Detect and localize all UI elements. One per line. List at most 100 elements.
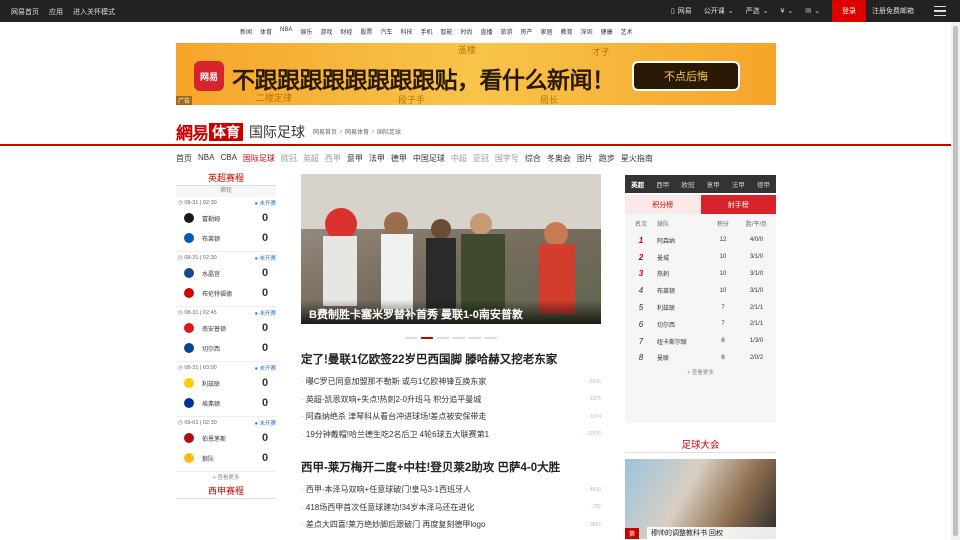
channel-link[interactable]: 游戏 <box>320 27 332 36</box>
team-name[interactable]: 布伦特福德 <box>202 289 254 298</box>
breadcrumb-item[interactable]: 网易首页 <box>313 127 337 136</box>
league-tab[interactable]: 西甲 <box>650 179 675 189</box>
ad-banner[interactable]: 网易 不跟跟跟跟跟跟跟跟贴，看什么新闻！ 不点后悔 盖楼 才子 二楼定律 段子手… <box>176 43 776 105</box>
team-name[interactable]: 切尔西 <box>657 320 709 329</box>
netease-home-link[interactable]: 网易首页 <box>11 7 39 17</box>
comment-count[interactable]: ◌ 1375 <box>585 396 601 402</box>
channel-link[interactable]: 直播 <box>481 27 493 36</box>
care-mode-link[interactable]: 进入关怀模式 <box>73 7 115 17</box>
carousel-dot[interactable] <box>469 337 481 339</box>
open-course-link[interactable]: 公开课 ⌄ <box>704 6 734 16</box>
channel-link[interactable]: 娱乐 <box>300 27 312 36</box>
netease-logo[interactable]: 網易 <box>176 119 209 144</box>
channel-link[interactable]: NBA <box>280 27 292 36</box>
team-name[interactable]: 利兹联 <box>657 303 709 312</box>
channel-link[interactable]: 财经 <box>340 27 352 36</box>
standings-row[interactable]: 4 布莱顿 10 3/1/0 <box>625 282 776 299</box>
news-item[interactable]: 阿森纳绝杀 津琴科从看台冲进球场!差点被安保带走 ◌1104 <box>301 408 601 426</box>
mail-link[interactable]: ✉ ⌄ <box>805 7 820 15</box>
team-name[interactable]: 布莱顿 <box>202 234 254 243</box>
news-headline[interactable]: 定了!曼联1亿欧签22岁巴西国脚 滕哈赫又挖老东家 <box>301 351 601 367</box>
subnav-item[interactable]: 首页 <box>176 153 192 164</box>
league-tab[interactable]: 法甲 <box>726 179 751 189</box>
laliga-schedule-title[interactable]: 西甲赛程 <box>176 484 276 499</box>
subnav-item[interactable]: 跑步 <box>599 153 615 164</box>
subnav-item[interactable]: 国际足球 <box>243 153 275 164</box>
subnav-item[interactable]: CBA <box>220 153 236 164</box>
comment-count[interactable]: ◌ 4433 <box>585 487 601 493</box>
subnav-item[interactable]: 图片 <box>577 153 593 164</box>
subnav-item[interactable]: 综合 <box>525 153 541 164</box>
channel-link[interactable]: 智能 <box>440 27 452 36</box>
football-conference-title[interactable]: 足球大会 <box>625 438 776 453</box>
football-conference-caption[interactable]: 穆帅的调整教科书 回权 <box>647 527 776 539</box>
comment-count[interactable]: ◌ 11676 <box>582 431 601 437</box>
football-conference-photo[interactable]: 第 穆帅的调整教科书 回权 <box>625 459 776 539</box>
subnav-item[interactable]: NBA <box>198 153 214 164</box>
subnav-item[interactable]: 冬奥会 <box>547 153 571 164</box>
subnav-item[interactable]: 英超 <box>303 153 319 164</box>
team-name[interactable]: 南安普顿 <box>202 324 254 333</box>
ad-cta-button[interactable]: 不点后悔 <box>632 61 740 91</box>
more-link[interactable]: + 查看更多 <box>176 472 276 484</box>
team-name[interactable]: 曼城 <box>657 253 709 262</box>
news-item-title[interactable]: 418场西甲首次任意球建功!34岁本泽马还在进化 <box>301 502 474 513</box>
carousel-dot[interactable] <box>485 337 497 339</box>
scrollbar[interactable] <box>951 22 960 540</box>
standings-row[interactable]: 8 曼联 6 2/0/2 <box>625 350 776 367</box>
league-tab[interactable]: 意甲 <box>701 179 726 189</box>
match-card[interactable]: ◷ 08-31 | 03:00 ● 未开赛 利兹联 0 埃弗顿 0 <box>176 362 276 417</box>
standings-row[interactable]: 2 曼城 10 3/1/0 <box>625 249 776 266</box>
apps-link[interactable]: 应用 <box>49 7 63 17</box>
subnav-item[interactable]: 中国足球 <box>413 153 445 164</box>
league-tab[interactable]: 欧冠 <box>675 179 700 189</box>
tab-scorers[interactable]: 射手榜 <box>700 195 776 214</box>
standings-row[interactable]: 5 利兹联 7 2/1/1 <box>625 299 776 316</box>
menu-button[interactable] <box>920 0 960 22</box>
news-item[interactable]: 418场西甲首次任意球建功!34岁本泽马还在进化 ◌755 <box>301 499 601 517</box>
carousel-dot[interactable] <box>405 337 417 339</box>
match-card[interactable]: ◷ 08-31 | 02:45 ● 未开赛 南安普顿 0 切尔西 0 <box>176 307 276 362</box>
standings-more-link[interactable]: + 查看更多 <box>625 366 776 380</box>
standings-row[interactable]: 6 切尔西 7 2/1/1 <box>625 316 776 333</box>
carousel-dot[interactable] <box>421 337 433 339</box>
standings-row[interactable]: 1 阿森纳 12 4/0/0 <box>625 232 776 249</box>
team-name[interactable]: 利兹联 <box>202 379 254 388</box>
hero-caption[interactable]: B费制胜卡塞米罗替补首秀 曼联1-0南安普敦 <box>301 300 601 324</box>
subnav-item[interactable]: 西甲 <box>325 153 341 164</box>
team-name[interactable]: 布莱顿 <box>657 286 709 295</box>
channel-link[interactable]: 房产 <box>521 27 533 36</box>
channel-link[interactable]: 手机 <box>420 27 432 36</box>
team-name[interactable]: 狼队 <box>202 454 254 463</box>
subnav-item[interactable]: 意甲 <box>347 153 363 164</box>
team-name[interactable]: 伯恩茅斯 <box>202 434 254 443</box>
team-name[interactable]: 曼联 <box>657 353 709 362</box>
news-item-title[interactable]: 英超-凯恩双响+失点!热刺2-0升班马 积分追平曼城 <box>301 394 481 405</box>
register-mail-link[interactable]: 注册免费邮箱 <box>872 6 914 16</box>
hero-slide[interactable]: B费制胜卡塞米罗替补首秀 曼联1-0南安普敦 <box>301 174 601 324</box>
carousel-dot[interactable] <box>453 337 465 339</box>
channel-link[interactable]: 科技 <box>400 27 412 36</box>
subnav-item[interactable]: 亚冠 <box>473 153 489 164</box>
channel-link[interactable]: 家居 <box>541 27 553 36</box>
comment-count[interactable]: ◌ 3887 <box>585 522 601 528</box>
news-item-title[interactable]: 西甲-本泽马双响+任意球破门!皇马3-1西班牙人 <box>301 484 471 495</box>
sports-logo[interactable]: 体育 <box>209 122 243 141</box>
team-name[interactable]: 埃弗顿 <box>202 399 254 408</box>
news-headline[interactable]: 西甲-莱万梅开二度+中柱!登贝莱2助攻 巴萨4-0大胜 <box>301 459 601 475</box>
match-card[interactable]: ◷ 08-31 | 02:30 ● 未开赛 富勒姆 0 布莱顿 0 <box>176 197 276 252</box>
tab-table[interactable]: 积分榜 <box>625 195 701 214</box>
news-item-title[interactable]: 差点大四喜!莱万绝妙脚后跟破门 再度复刻德甲logo <box>301 519 486 530</box>
news-item-title[interactable]: 曝C罗已同意加盟那不勒斯 或与1亿欧神锋互换东家 <box>301 376 486 387</box>
channel-link[interactable]: 旅游 <box>501 27 513 36</box>
yanxuan-link[interactable]: 严选 ⌄ <box>746 6 769 16</box>
login-button[interactable]: 登录 <box>832 0 866 22</box>
payment-link[interactable]: ¥ ⌄ <box>780 7 793 16</box>
news-item[interactable]: 西甲-本泽马双响+任意球破门!皇马3-1西班牙人 ◌4433 <box>301 481 601 499</box>
scrollbar-thumb[interactable] <box>953 26 958 536</box>
subnav-item[interactable]: 德甲 <box>391 153 407 164</box>
news-item-title[interactable]: 阿森纳绝杀 津琴科从看台冲进球场!差点被安保带走 <box>301 411 486 422</box>
channel-link[interactable]: 体育 <box>260 27 272 36</box>
team-name[interactable]: 水晶宫 <box>202 269 254 278</box>
standings-row[interactable]: 3 热刺 10 3/1/0 <box>625 266 776 283</box>
